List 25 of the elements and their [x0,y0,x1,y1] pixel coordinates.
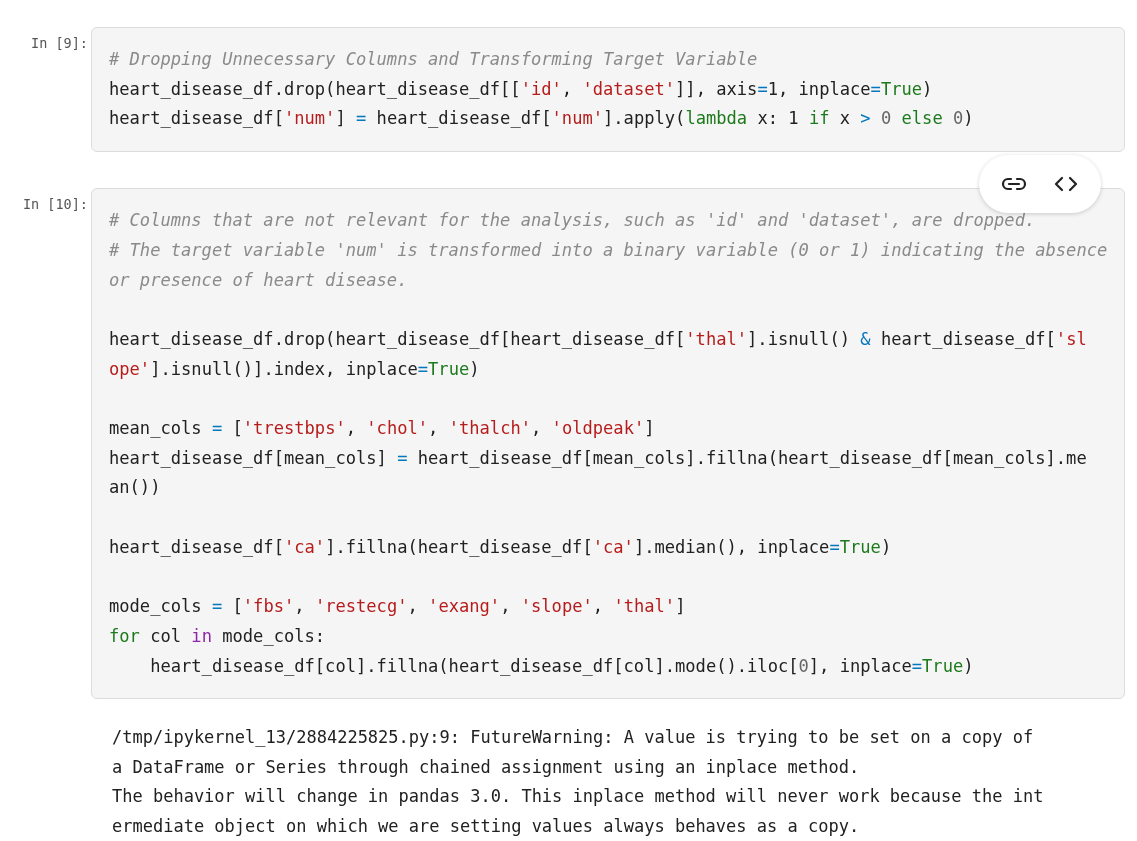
warning-line: The behavior will change in pandas 3.0. This inplace method will never work because the int [112,785,1044,809]
cell-prompt: In [10]: [21,196,89,213]
code-line: heart_disease_df['ca'].fillna(heart_disease_df['ca'].median(), inplace=True) [109,535,892,559]
code-line: heart_disease_df.drop(heart_disease_df[['id', 'dataset']], axis=1, inplace=True) [109,77,933,101]
code-line: or presence of heart disease. [109,268,408,292]
code-line: an()) [109,476,161,500]
link-icon [1001,177,1027,192]
cell-prompt: In [9]: [30,35,89,51]
code-line: heart_disease_df['num'] = heart_disease_df['num'].apply(lambda x: 1 if x > 0 else 0) [109,107,974,131]
code-cell[interactable] [91,27,1125,153]
code-line: heart_disease_df[col].fillna(heart_disease_df[col].mode().iloc[0], inplace=True) [149,654,974,678]
code-line: ope'].isnull()].index, inplace=True) [109,357,480,381]
code-line: mode_cols = ['fbs', 'restecg', 'exang', 'slope', 'thal'] [109,595,686,619]
code-line: # Dropping Unnecessary Columns and Transforming Target Variable [109,48,758,71]
code-cell[interactable] [91,188,1125,700]
warning-line: ermediate object on which we are setting values always behaves as a copy. [112,815,860,839]
code-line: heart_disease_df.drop(heart_disease_df[heart_disease_df['thal'].isnull() & heart_disease_df['sl [109,327,1087,351]
code-line: for col in mode_cols: [109,624,326,648]
warning-line: /tmp/ipykernel_13/2884225825.py:9: FutureWarning: A value is trying to be set on a copy of [112,726,1034,750]
code-line: mean_cols = ['trestbps', 'chol', 'thalch', 'oldpeak'] [109,417,655,440]
warning-line: a DataFrame or Series through chained assignment using an inplace method. [112,755,860,779]
code-line: # Columns that are not relevant for the analysis, such as 'id' and 'dataset', are dropped. [109,209,1036,233]
code-icon [1053,176,1079,193]
code-line: # The target variable 'num' is transformed into a binary variable (0 or 1) indicating the absence [109,238,1108,262]
code-line: heart_disease_df[mean_cols] = heart_disease_df[mean_cols].fillna(heart_disease_df[mean_cols].me [109,446,1087,470]
